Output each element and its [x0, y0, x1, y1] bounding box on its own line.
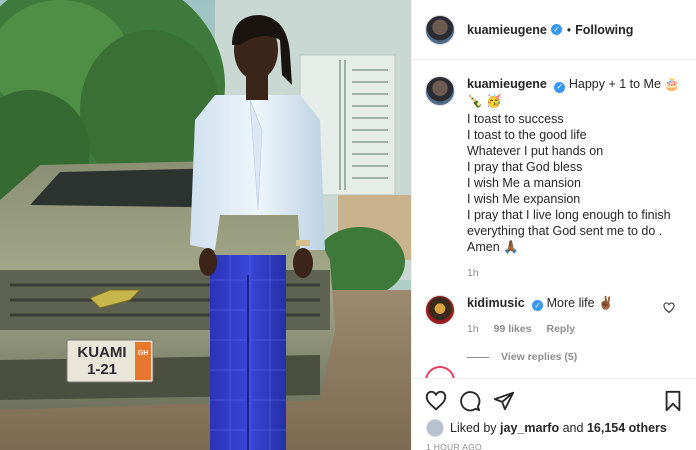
comment-likes[interactable]: 99 likes [494, 323, 532, 335]
plate-country-tag: GH [137, 350, 149, 357]
comment-username[interactable]: kidimusic [467, 296, 525, 310]
caption-line: I toast to the good life [467, 127, 587, 142]
separator-dot: • [566, 22, 572, 37]
post-header: kuamieugene ✓ • Following [412, 0, 696, 60]
caption-emoji-line: 🍾 🥳 [467, 93, 502, 108]
comment-button[interactable] [456, 387, 484, 415]
caption-first-line: Happy + 1 to Me 🎂 [568, 77, 680, 91]
share-icon [493, 391, 515, 410]
following-button[interactable]: Following [575, 23, 633, 37]
view-replies-button[interactable]: View replies (5) [467, 351, 684, 363]
post-side-panel: kuamieugene ✓ • Following kuamieugene ✓ … [411, 0, 696, 450]
comment-like-heart-icon[interactable] [663, 301, 675, 314]
likes-middle: and [562, 421, 584, 435]
caption-line: I pray that I live long enough to finish… [467, 207, 671, 238]
reply-button[interactable]: Reply [546, 323, 575, 335]
reply-line-divider [467, 356, 489, 358]
plate-line-1: KUAMI [77, 344, 127, 361]
comment-time[interactable]: 1h [467, 323, 479, 335]
caption-username[interactable]: kuamieugene [467, 77, 547, 91]
verified-badge-icon: ✓ [554, 81, 566, 93]
caption-line: Whatever I put hands on [467, 143, 604, 158]
post-username[interactable]: kuamieugene [467, 23, 547, 37]
comment-text: More life ✌🏾 [546, 295, 614, 310]
likes-count[interactable]: 16,154 others [587, 421, 667, 435]
bookmark-icon [665, 390, 681, 411]
share-button[interactable] [490, 387, 518, 415]
caption-line: I wish Me expansion [467, 191, 581, 206]
caption-line: I toast to success [467, 111, 564, 126]
caption-line: I wish Me a mansion [467, 175, 581, 190]
view-replies-label: View replies (5) [501, 351, 578, 363]
liker-avatar[interactable] [426, 419, 444, 437]
verified-badge-icon: ✓ [532, 300, 544, 311]
post-time-ago[interactable]: 1 HOUR AGO [426, 442, 482, 450]
heart-icon [425, 390, 447, 410]
caption: kuamieugene ✓ Happy + 1 to Me 🎂 🍾 🥳 I to… [425, 76, 684, 281]
comment-avatar[interactable] [425, 294, 455, 325]
caption-line: Amen 🙏🏾 [467, 239, 519, 254]
save-button[interactable] [659, 387, 687, 415]
liker-username[interactable]: jay_marfo [500, 421, 559, 435]
comment-icon [460, 390, 481, 411]
next-comment-avatar[interactable] [425, 366, 455, 378]
caption-avatar[interactable] [425, 76, 455, 106]
like-button[interactable] [422, 387, 450, 415]
likes-summary: Liked by jay_marfo and 16,154 others [412, 414, 696, 442]
caption-time[interactable]: 1h [467, 265, 684, 281]
caption-line: I pray that God bless [467, 159, 583, 174]
comments-section[interactable]: kuamieugene ✓ Happy + 1 to Me 🎂 🍾 🥳 I to… [412, 60, 696, 378]
verified-badge-icon: ✓ [550, 24, 562, 35]
likes-prefix: Liked by [450, 421, 497, 435]
post-photo: KUAMI 1-21 GH [0, 0, 411, 450]
license-plate: KUAMI 1-21 [69, 342, 135, 380]
plate-line-2: 1-21 [86, 361, 118, 378]
comment-item: kidimusic ✓ More life ✌🏾 1h 99 likes Rep… [425, 294, 684, 338]
avatar[interactable] [425, 14, 455, 45]
